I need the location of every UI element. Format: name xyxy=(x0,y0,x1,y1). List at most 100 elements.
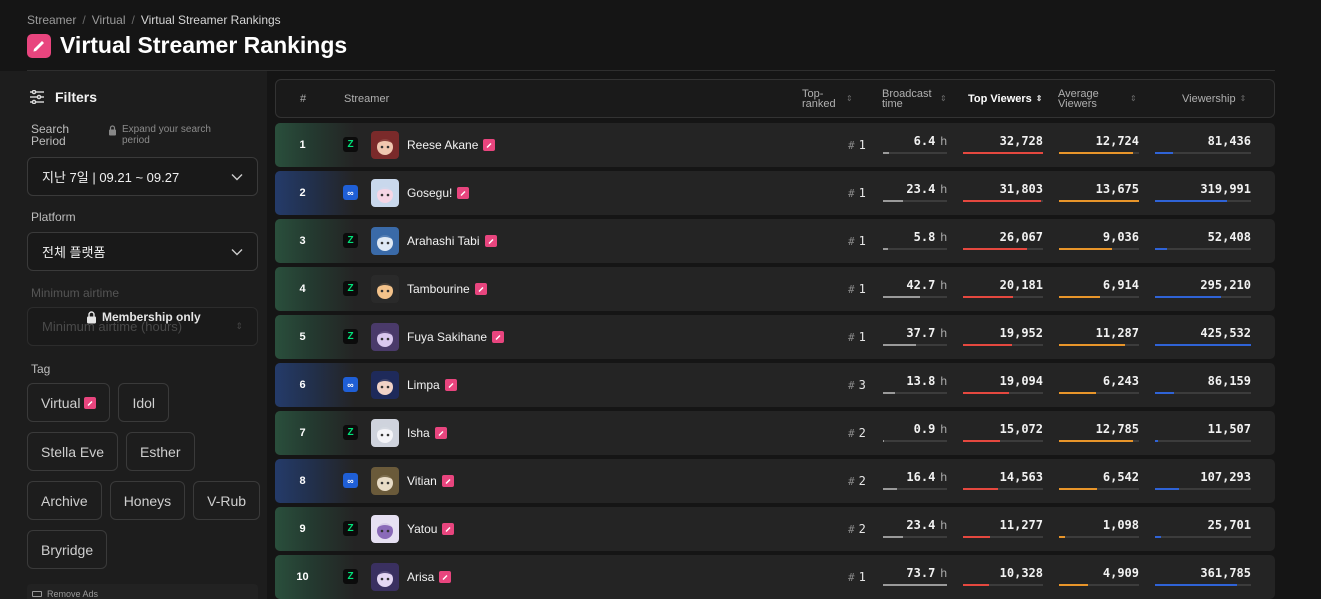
streamer-name[interactable]: Gosegu! xyxy=(407,171,470,215)
broadcast-time: 42.7 h xyxy=(883,276,947,302)
top-viewers-number: 14,563 xyxy=(999,470,1043,484)
top-ranked: #1 xyxy=(848,219,866,263)
tag-virtual[interactable]: Virtual xyxy=(27,383,111,422)
sliders-icon xyxy=(30,90,44,104)
tag-esther[interactable]: Esther xyxy=(126,432,195,471)
filters-header: Filters xyxy=(29,89,97,105)
broadcast-time-bar-fill xyxy=(883,200,904,202)
rank-hash: # xyxy=(848,378,855,392)
top-ranked: #1 xyxy=(848,123,866,167)
broadcast-time-value: 37.7 h xyxy=(906,326,947,340)
chevron-down-icon xyxy=(231,173,243,180)
table-row[interactable]: 9 Z Yatou #2 23.4 h 11,277 1,098 25,701 xyxy=(275,507,1275,551)
viewership-bar-fill xyxy=(1155,488,1179,490)
col-top-viewers[interactable]: Top Viewers ⇕ xyxy=(968,80,1043,117)
broadcast-time-bar-fill xyxy=(883,536,904,538)
streamer-name[interactable]: Limpa xyxy=(407,363,457,407)
breadcrumb-virtual[interactable]: Virtual xyxy=(92,13,126,27)
top-viewers-value: 10,328 xyxy=(1000,566,1043,580)
table-row[interactable]: 4 Z Tambourine #1 42.7 h 20,181 6,914 29… xyxy=(275,267,1275,311)
streamer-name[interactable]: Isha xyxy=(407,411,447,455)
avatar[interactable] xyxy=(371,275,399,303)
streamer-name[interactable]: Vitian xyxy=(407,459,454,503)
broadcast-time-bar-fill xyxy=(883,488,898,490)
top-ranked-value: 1 xyxy=(858,570,866,584)
expand-period-note[interactable]: Expand your search period xyxy=(108,124,238,146)
avatar[interactable] xyxy=(371,323,399,351)
col-average-viewers[interactable]: Average Viewers ⇕ xyxy=(1058,80,1137,117)
avatar[interactable] xyxy=(371,227,399,255)
soop-platform-icon: ∞ xyxy=(343,473,358,488)
average-viewers-bar-track xyxy=(1059,440,1139,442)
tag-honeys[interactable]: Honeys xyxy=(109,481,186,520)
tag-bryridge[interactable]: Bryridge xyxy=(27,530,108,569)
top-viewers-bar-fill xyxy=(963,392,1010,394)
streamer-name[interactable]: Fuya Sakihane xyxy=(407,315,505,359)
streamer-name[interactable]: Reese Akane xyxy=(407,123,496,167)
table-row[interactable]: 2 ∞ Gosegu! #1 23.4 h 31,803 13,675 319,… xyxy=(275,171,1275,215)
broadcast-time: 16.4 h xyxy=(883,468,947,494)
col-viewership[interactable]: Viewership ⇕ xyxy=(1182,80,1246,117)
table-row[interactable]: 6 ∞ Limpa #3 13.8 h 19,094 6,243 86,159 xyxy=(275,363,1275,407)
table-row[interactable]: 5 Z Fuya Sakihane #1 37.7 h 19,952 11,28… xyxy=(275,315,1275,359)
viewership-number: 319,991 xyxy=(1200,182,1251,196)
average-viewers-bar-fill xyxy=(1059,200,1139,202)
average-viewers-bar-fill xyxy=(1059,392,1096,394)
rank-number: 5 xyxy=(299,331,306,343)
tag-stella-eve[interactable]: Stella Eve xyxy=(27,432,119,471)
table-row[interactable]: 7 Z Isha #2 0.9 h 15,072 12,785 11,507 xyxy=(275,411,1275,455)
avatar[interactable] xyxy=(371,131,399,159)
rank-number: 4 xyxy=(299,283,306,295)
table-row[interactable]: 10 Z Arisa #1 73.7 h 10,328 4,909 361,78… xyxy=(275,555,1275,599)
average-viewers-bar-fill xyxy=(1059,152,1134,154)
average-viewers-value: 4,909 xyxy=(1103,566,1139,580)
search-period-select[interactable]: 지난 7일 | 09.21 ~ 09.27 xyxy=(27,157,258,196)
breadcrumb-streamer[interactable]: Streamer xyxy=(27,13,76,27)
tag-archive[interactable]: Archive xyxy=(27,481,102,520)
broadcast-time: 5.8 h xyxy=(883,228,947,254)
streamer-name[interactable]: Tambourine xyxy=(407,267,487,311)
hours-unit: h xyxy=(940,230,947,244)
avatar[interactable] xyxy=(371,419,399,447)
avatar[interactable] xyxy=(371,179,399,207)
streamer-name[interactable]: Yatou xyxy=(407,507,455,551)
virtual-badge-icon xyxy=(84,396,97,409)
platform-select[interactable]: 전체 플랫폼 xyxy=(27,232,258,271)
top-viewers-number: 19,952 xyxy=(999,326,1043,340)
table-row[interactable]: 1 Z Reese Akane #1 6.4 h 32,728 12,724 8… xyxy=(275,123,1275,167)
viewership: 52,408 xyxy=(1155,228,1251,254)
viewership: 25,701 xyxy=(1155,516,1251,542)
average-viewers-value: 12,724 xyxy=(1096,134,1139,148)
viewership-value: 52,408 xyxy=(1208,230,1251,244)
avatar[interactable] xyxy=(371,467,399,495)
viewership: 86,159 xyxy=(1155,372,1251,398)
col-broadcast-time[interactable]: Broadcast time ⇕ xyxy=(882,80,947,117)
average-viewers-number: 11,287 xyxy=(1095,326,1139,340)
tag-idol[interactable]: Idol xyxy=(118,383,170,422)
top-ranked-value: 1 xyxy=(858,186,866,200)
remove-ads-button[interactable]: Remove Ads xyxy=(27,584,258,599)
breadcrumb-current: Virtual Streamer Rankings xyxy=(140,13,281,27)
filters-sidebar: Filters Search Period Expand your search… xyxy=(0,71,267,599)
tag-label: Tag xyxy=(31,362,51,376)
rank-hash: # xyxy=(848,570,855,584)
avatar[interactable] xyxy=(371,563,399,591)
streamer-name[interactable]: Arahashi Tabi xyxy=(407,219,497,263)
streamer-name[interactable]: Arisa xyxy=(407,555,452,599)
hours-unit: h xyxy=(940,374,947,388)
avatar[interactable] xyxy=(371,371,399,399)
table-row[interactable]: 8 ∞ Vitian #2 16.4 h 14,563 6,542 107,29… xyxy=(275,459,1275,503)
chzzk-platform-icon: Z xyxy=(343,521,358,536)
tag-v-rub[interactable]: V-Rub xyxy=(193,481,261,520)
average-viewers-bar-fill xyxy=(1059,536,1066,538)
viewership-number: 25,701 xyxy=(1207,518,1251,532)
broadcast-time-bar-track xyxy=(883,392,947,394)
col-top-ranked[interactable]: Top-ranked ⇕ xyxy=(802,80,853,117)
rank-hash: # xyxy=(848,234,855,248)
average-viewers-number: 1,098 xyxy=(1102,518,1139,532)
table-row[interactable]: 3 Z Arahashi Tabi #1 5.8 h 26,067 9,036 … xyxy=(275,219,1275,263)
average-viewers-bar-track xyxy=(1059,152,1139,154)
membership-lock[interactable]: Membership only xyxy=(86,310,201,324)
avatar[interactable] xyxy=(371,515,399,543)
average-viewers-bar-track xyxy=(1059,200,1139,202)
